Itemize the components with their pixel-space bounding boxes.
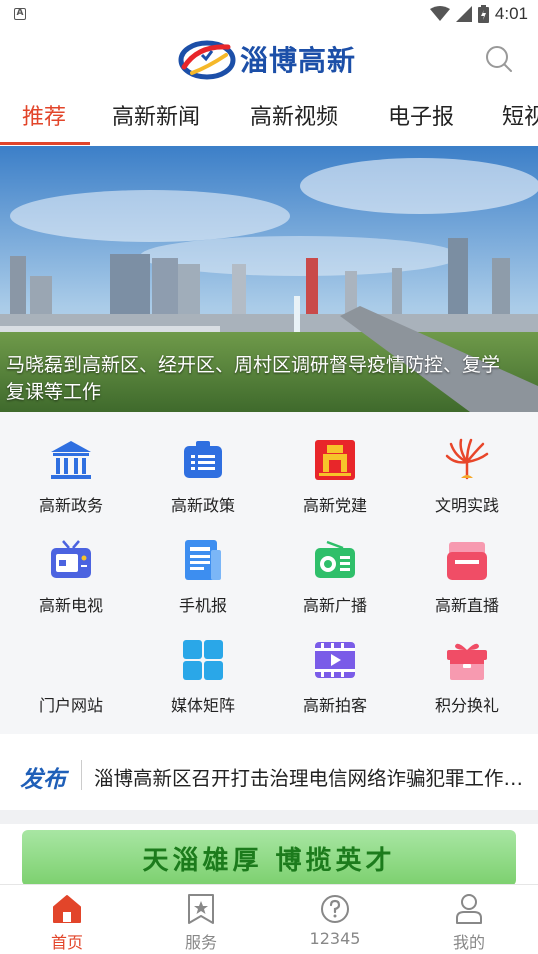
ticker-brand: 发布 xyxy=(20,767,66,793)
signal-icon xyxy=(455,6,472,22)
tab-e-newspaper[interactable]: 电子报 xyxy=(388,100,454,136)
tab-gaoxin-news[interactable]: 高新新闻 xyxy=(112,100,200,136)
search-icon[interactable] xyxy=(484,44,514,74)
grid-item-gaoxin-party-building[interactable]: 高新党建 xyxy=(268,412,402,515)
status-bar: A 4:01 xyxy=(0,0,538,28)
wifi-icon xyxy=(429,6,450,21)
news-ticker[interactable]: 发布 淄博高新区召开打击治理电信网络诈骗犯罪工作推进会 xyxy=(0,740,538,810)
category-tabs: 推荐 高新新闻 高新视频 电子报 短视 xyxy=(0,92,538,146)
tv-icon xyxy=(51,540,91,578)
civilization-practice-icon xyxy=(445,438,489,480)
logo-text: 淄博高新 xyxy=(240,44,357,77)
grid-label: 积分换礼 xyxy=(434,696,499,715)
tab-gaoxin-video[interactable]: 高新视频 xyxy=(250,100,338,136)
portal-website-icon xyxy=(53,644,89,676)
nav-service[interactable]: 服务 xyxy=(134,885,268,954)
grid-item-gaoxin-shooter[interactable]: 高新拍客 xyxy=(268,612,402,715)
nav-label: 12345 xyxy=(309,929,361,948)
status-indicators: 4:01 xyxy=(429,4,528,24)
app-header: 淄博高新 xyxy=(0,28,538,92)
help-question-icon xyxy=(321,895,349,923)
live-stream-icon xyxy=(447,542,487,580)
grid-item-points-gift[interactable]: 积分换礼 xyxy=(400,612,534,715)
logo-emblem-icon xyxy=(178,40,236,80)
app-logo: 淄博高新 xyxy=(178,36,368,82)
service-grid: 高新政务 高新政策 高新党建 文明实践 高新电视 手机报 高新广播 高新直播 门… xyxy=(0,412,538,734)
tab-recommend[interactable]: 推荐 xyxy=(22,100,66,136)
grid-item-gaoxin-tv[interactable]: 高新电视 xyxy=(4,512,138,615)
nav-12345-hotline[interactable]: 12345 xyxy=(268,885,402,954)
active-tab-indicator xyxy=(0,142,90,145)
grid-item-media-matrix[interactable]: 媒体矩阵 xyxy=(136,612,270,715)
grid-item-portal-website[interactable]: 门户网站 xyxy=(4,612,138,715)
headline-banner[interactable]: 马晓磊到高新区、经开区、周村区调研督导疫情防控、复学复课等工作 xyxy=(0,146,538,412)
clock-time: 4:01 xyxy=(494,4,528,23)
nav-label: 我的 xyxy=(452,933,485,952)
grid-label: 高新拍客 xyxy=(302,696,367,715)
government-building-icon xyxy=(51,441,91,479)
nav-label: 服务 xyxy=(184,933,217,952)
grid-item-civilization-practice[interactable]: 文明实践 xyxy=(400,412,534,515)
party-building-icon xyxy=(315,440,355,480)
grid-label: 门户网站 xyxy=(38,696,103,715)
policy-document-icon xyxy=(184,441,222,478)
home-icon xyxy=(53,895,81,923)
banner-caption: 马晓磊到高新区、经开区、周村区调研督导疫情防控、复学复课等工作 xyxy=(6,354,501,403)
battery-icon xyxy=(477,5,489,23)
section-divider xyxy=(0,810,538,824)
nav-profile[interactable]: 我的 xyxy=(402,885,536,954)
radio-icon xyxy=(315,540,355,578)
nav-label: 首页 xyxy=(50,933,83,952)
grid-item-gaoxin-government[interactable]: 高新政务 xyxy=(4,412,138,515)
ticker-divider xyxy=(81,760,82,790)
user-profile-icon xyxy=(456,894,482,924)
video-clip-icon xyxy=(315,642,355,678)
grid-label: 媒体矩阵 xyxy=(170,696,235,715)
notification-a-icon: A xyxy=(14,8,26,20)
promo-banner[interactable]: 天淄雄厚 博揽英才 xyxy=(22,830,516,886)
nav-home[interactable]: 首页 xyxy=(0,885,134,954)
gift-icon xyxy=(447,643,487,680)
service-bookmark-icon xyxy=(188,894,214,924)
promo-banner-text: 天淄雄厚 博揽英才 xyxy=(142,846,396,876)
ticker-headline[interactable]: 淄博高新区召开打击治理电信网络诈骗犯罪工作推进会 xyxy=(94,762,524,791)
grid-item-mobile-newspaper[interactable]: 手机报 xyxy=(136,512,270,615)
tab-short-video[interactable]: 短视 xyxy=(502,100,538,136)
grid-item-gaoxin-live[interactable]: 高新直播 xyxy=(400,512,534,615)
grid-item-gaoxin-policy[interactable]: 高新政策 xyxy=(136,412,270,515)
media-matrix-icon xyxy=(183,640,223,680)
bottom-navigation: 首页 服务 12345 我的 xyxy=(0,884,538,954)
mobile-newspaper-icon xyxy=(185,540,221,580)
grid-item-gaoxin-radio[interactable]: 高新广播 xyxy=(268,512,402,615)
